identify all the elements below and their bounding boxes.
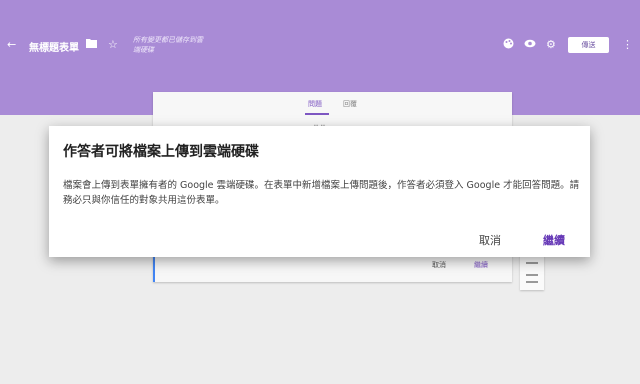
save-status: 所有變更都已儲存到雲 端硬碟 xyxy=(133,35,213,55)
dialog-cancel-button[interactable]: 取消 xyxy=(479,232,501,248)
save-status-line1: 所有變更都已儲存到雲 xyxy=(133,36,203,44)
more-options-icon[interactable]: ⋮ xyxy=(622,38,633,52)
palette-icon[interactable] xyxy=(503,38,514,53)
tab-questions[interactable]: 問題 xyxy=(308,99,322,109)
star-icon[interactable]: ☆ xyxy=(108,38,118,52)
dialog-continue-button[interactable]: 繼續 xyxy=(543,232,565,248)
back-arrow-icon[interactable]: ← xyxy=(7,38,16,52)
upload-warning-dialog: 作答者可將檔案上傳到雲端硬碟 檔案會上傳到表單擁有者的 Google 雲端硬碟。… xyxy=(49,126,590,257)
dialog-title: 作答者可將檔案上傳到雲端硬碟 xyxy=(63,144,259,160)
preview-eye-icon[interactable] xyxy=(524,38,536,52)
save-status-line2: 端硬碟 xyxy=(133,46,154,54)
add-section-icon[interactable] xyxy=(526,274,538,283)
header-toolbar: ← 無標題表單 ☆ 所有變更都已儲存到雲 端硬碟 ⚙ 傳送 ⋮ xyxy=(0,35,640,55)
folder-icon[interactable] xyxy=(86,38,97,52)
send-button[interactable]: 傳送 xyxy=(568,37,609,53)
form-tabs: 問題 回覆 xyxy=(153,99,512,119)
active-tab-indicator xyxy=(305,113,329,115)
settings-gear-icon[interactable]: ⚙ xyxy=(546,38,556,52)
tab-responses[interactable]: 回覆 xyxy=(343,99,357,109)
dialog-body: 檔案會上傳到表單擁有者的 Google 雲端硬碟。在表單中新增檔案上傳問題後，作… xyxy=(63,180,580,206)
form-title[interactable]: 無標題表單 xyxy=(29,39,79,54)
card-cancel-button[interactable]: 取消 xyxy=(432,260,446,270)
card-continue-button[interactable]: 繼續 xyxy=(474,260,488,270)
